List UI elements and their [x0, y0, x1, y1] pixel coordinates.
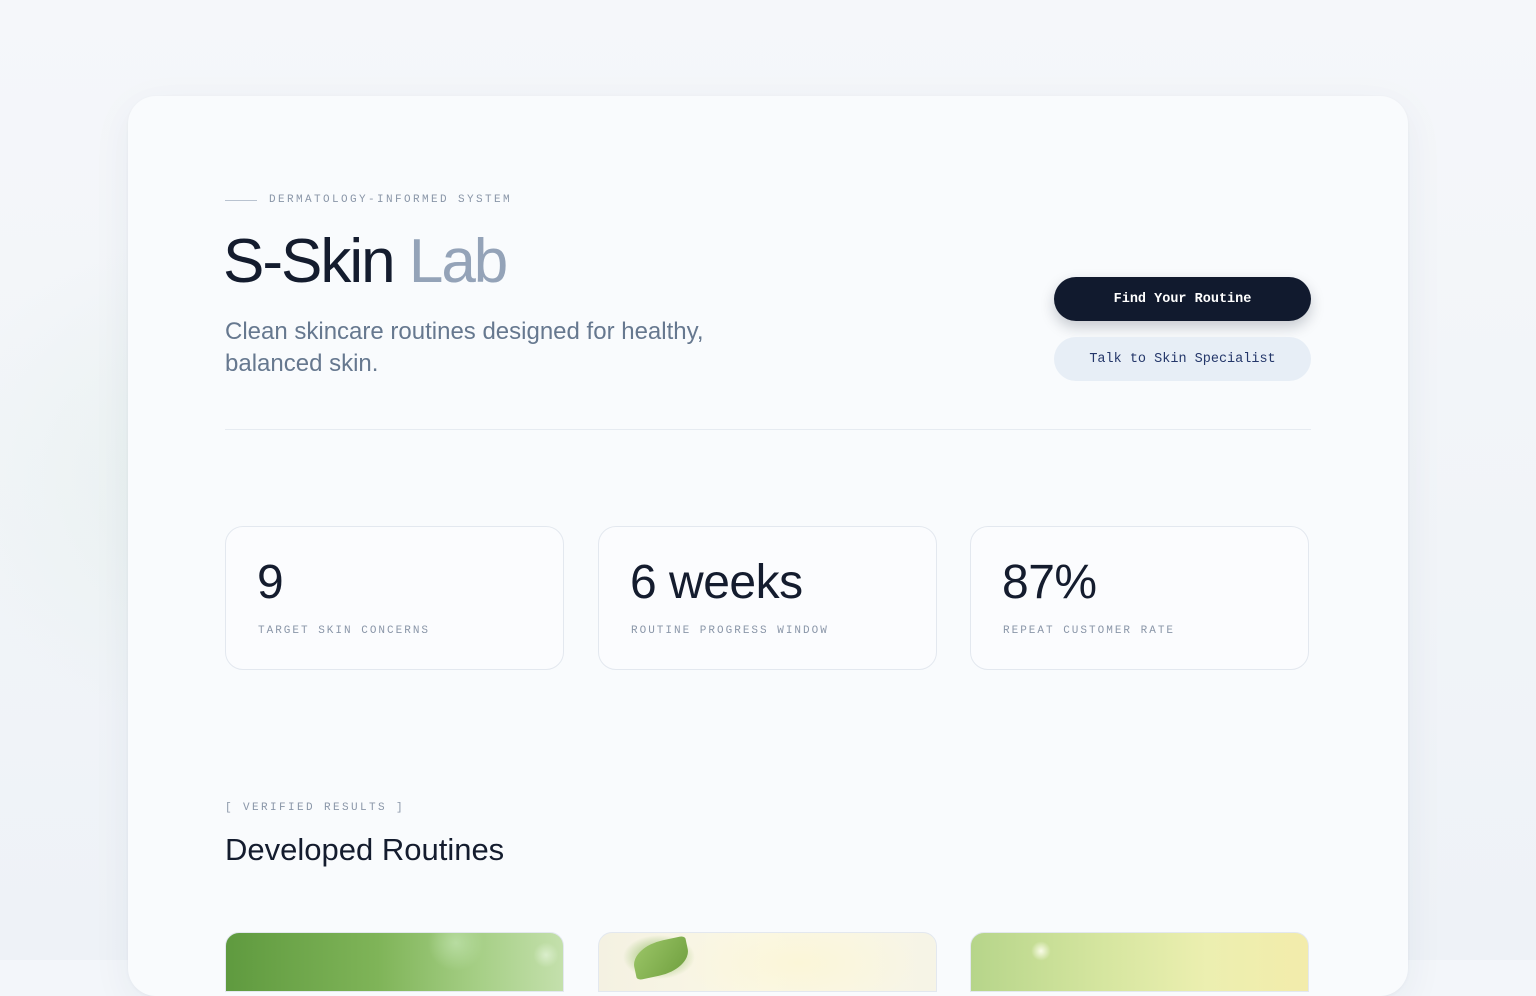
- main-card: DERMATOLOGY-INFORMED SYSTEM S-Skin Lab C…: [128, 96, 1408, 996]
- routine-card-image-1[interactable]: [225, 932, 564, 992]
- page-title-accent: Lab: [408, 227, 508, 296]
- stat-card-progress: 6 weeks ROUTINE PROGRESS WINDOW: [598, 526, 937, 670]
- hero-subtitle: Clean skincare routines designed for hea…: [225, 318, 704, 377]
- talk-to-specialist-button[interactable]: Talk to Skin Specialist: [1054, 337, 1311, 381]
- results-title: Developed Routines: [225, 832, 505, 867]
- stat-value: 6 weeks: [630, 556, 803, 609]
- stat-label: REPEAT CUSTOMER RATE: [1003, 625, 1176, 637]
- routine-card-image-2[interactable]: [598, 932, 937, 992]
- stat-value: 9: [257, 556, 284, 609]
- page-title-main: S-Skin: [223, 227, 396, 296]
- page-title: S-Skin Lab: [223, 226, 508, 298]
- stat-label: ROUTINE PROGRESS WINDOW: [631, 625, 829, 637]
- hero-eyebrow-text: DERMATOLOGY-INFORMED SYSTEM: [269, 194, 513, 206]
- hero-divider: [225, 429, 1311, 430]
- hero-eyebrow: DERMATOLOGY-INFORMED SYSTEM: [225, 194, 512, 206]
- eyebrow-rule: [225, 199, 257, 201]
- stat-card-concerns: 9 TARGET SKIN CONCERNS: [225, 526, 564, 670]
- find-routine-button[interactable]: Find Your Routine: [1054, 277, 1311, 321]
- stat-card-repeat-rate: 87% REPEAT CUSTOMER RATE: [970, 526, 1309, 670]
- routine-card-image-3[interactable]: [970, 932, 1309, 992]
- stat-value: 87%: [1002, 556, 1097, 609]
- leaf-image: [630, 935, 692, 981]
- stat-label: TARGET SKIN CONCERNS: [258, 625, 431, 637]
- results-eyebrow: [ VERIFIED RESULTS ]: [225, 802, 406, 814]
